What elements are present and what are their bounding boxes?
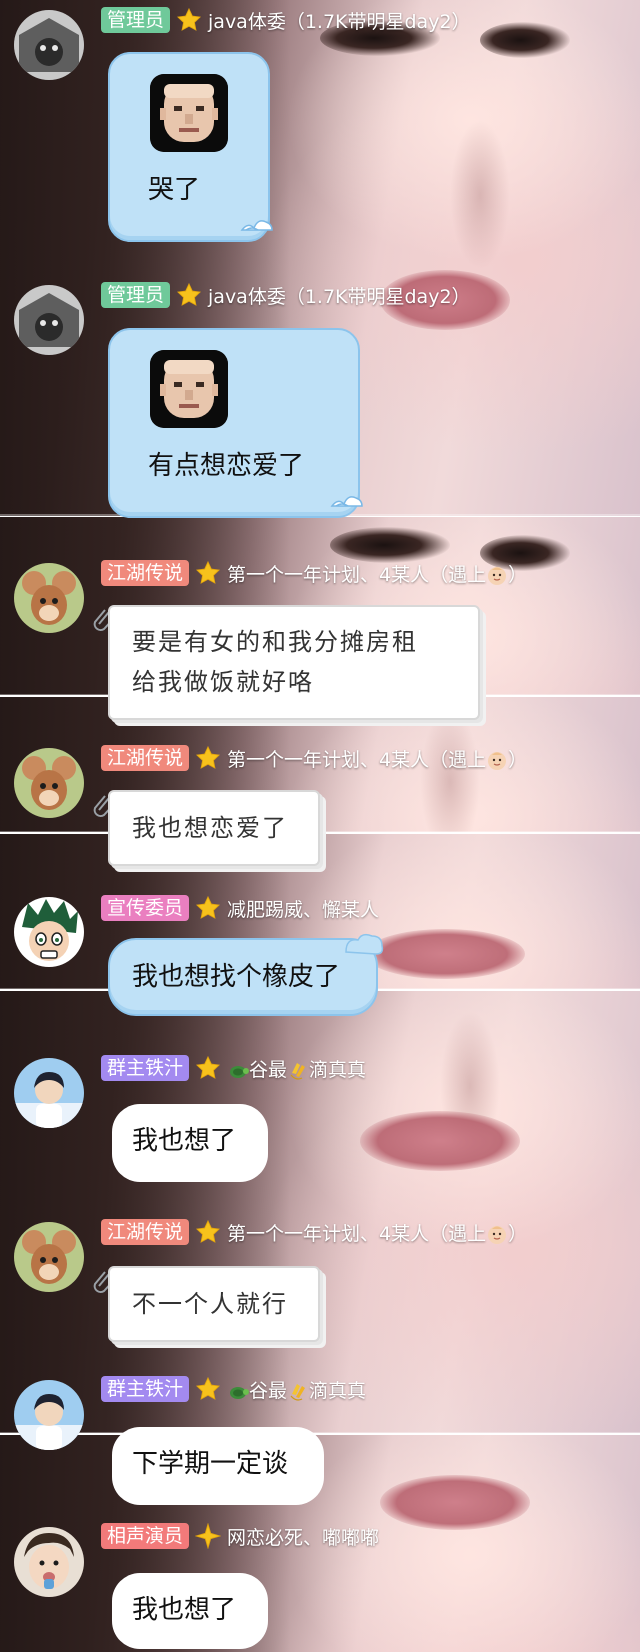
- star-icon: [195, 1376, 221, 1402]
- wave-decoration-icon: [240, 212, 274, 234]
- publicity-badge: 宣传委员: [101, 895, 190, 921]
- baby-emoji-icon: [486, 564, 508, 586]
- turtle-emoji-icon: [227, 1059, 249, 1081]
- sender-nickname[interactable]: java体委（1.7K带明星day2）: [208, 282, 471, 309]
- message-text: 下学期一定谈: [132, 1449, 289, 1479]
- star-icon: [195, 560, 221, 586]
- message-bubble[interactable]: 我也想找个橡皮了: [108, 933, 384, 1016]
- message-text-line-1: 要是有女的和我分摊房租: [132, 628, 418, 656]
- message-bubble[interactable]: 我也想了: [112, 1573, 268, 1649]
- star-icon: [176, 7, 202, 33]
- message-text-line-2: 给我做饭就好咯: [132, 668, 314, 696]
- message-text: 我也想了: [132, 1595, 237, 1625]
- message-bubble[interactable]: 我也想恋爱了: [108, 790, 320, 866]
- clap-emoji-icon: [287, 1059, 309, 1081]
- message-bubble[interactable]: 要是有女的和我分摊房租 给我做饭就好咯: [108, 605, 480, 720]
- sparkle-star-icon: [195, 1523, 222, 1549]
- crosstalk-badge: 相声演员: [101, 1523, 190, 1549]
- star-icon: [195, 895, 221, 921]
- sender-nickname[interactable]: 第一个一年计划、4某人（遇上）: [227, 560, 527, 587]
- tom-jerry-gray-avatar[interactable]: [14, 285, 84, 355]
- admin-badge: 管理员: [101, 7, 171, 33]
- star-icon: [195, 1055, 221, 1081]
- sender-nickname[interactable]: java体委（1.7K带明星day2）: [208, 7, 471, 34]
- message-bubble[interactable]: 哭了: [108, 52, 270, 242]
- old-man-face-icon: [150, 74, 228, 152]
- message-bubble[interactable]: 下学期一定谈: [112, 1427, 324, 1505]
- message-text: 有点想恋爱了: [148, 451, 305, 481]
- baby-emoji-icon: [486, 749, 508, 771]
- star-icon: [195, 745, 221, 771]
- baby-emoji-icon: [486, 1223, 508, 1245]
- wave-decoration-icon: [330, 488, 364, 510]
- cloud-decoration-icon: [345, 933, 384, 955]
- star-icon: [176, 282, 202, 308]
- anime-boy-avatar[interactable]: [14, 897, 84, 967]
- group-owner-badge: 群主铁汁: [101, 1055, 190, 1081]
- jerry-mouse-avatar[interactable]: [14, 748, 84, 818]
- message-text: 我也想了: [132, 1126, 237, 1156]
- message-text: 不一个人就行: [132, 1290, 288, 1318]
- message-text: 我也想找个橡皮了: [132, 962, 341, 992]
- legend-badge: 江湖传说: [101, 1219, 190, 1245]
- sender-nickname[interactable]: 谷最 滴真真: [227, 1376, 366, 1403]
- tom-jerry-gray-avatar[interactable]: [14, 10, 84, 80]
- turtle-emoji-icon: [227, 1380, 249, 1402]
- sky-boy-avatar[interactable]: [14, 1380, 84, 1450]
- sender-nickname[interactable]: 减肥踢威、懈某人: [227, 895, 379, 922]
- child-photo-avatar[interactable]: [14, 1527, 84, 1597]
- sender-nickname[interactable]: 第一个一年计划、4某人（遇上）: [227, 745, 527, 772]
- message-bubble[interactable]: 不一个人就行: [108, 1266, 320, 1342]
- legend-badge: 江湖传说: [101, 560, 190, 586]
- sky-boy-avatar[interactable]: [14, 1058, 84, 1128]
- sender-nickname[interactable]: 网恋必死、嘟嘟嘟: [227, 1523, 379, 1550]
- sender-nickname[interactable]: 第一个一年计划、4某人（遇上）: [227, 1219, 527, 1246]
- admin-badge: 管理员: [101, 282, 171, 308]
- sender-nickname[interactable]: 谷最 滴真真: [227, 1055, 366, 1082]
- clap-emoji-icon: [287, 1380, 309, 1402]
- star-icon: [195, 1219, 221, 1245]
- message-bubble[interactable]: 有点想恋爱了: [108, 328, 360, 518]
- group-owner-badge: 群主铁汁: [101, 1376, 190, 1402]
- jerry-mouse-avatar[interactable]: [14, 1222, 84, 1292]
- message-text: 哭了: [148, 175, 201, 205]
- jerry-mouse-avatar[interactable]: [14, 563, 84, 633]
- message-bubble[interactable]: 我也想了: [112, 1104, 268, 1182]
- old-man-face-icon: [150, 350, 228, 428]
- message-text: 我也想恋爱了: [132, 814, 288, 842]
- legend-badge: 江湖传说: [101, 745, 190, 771]
